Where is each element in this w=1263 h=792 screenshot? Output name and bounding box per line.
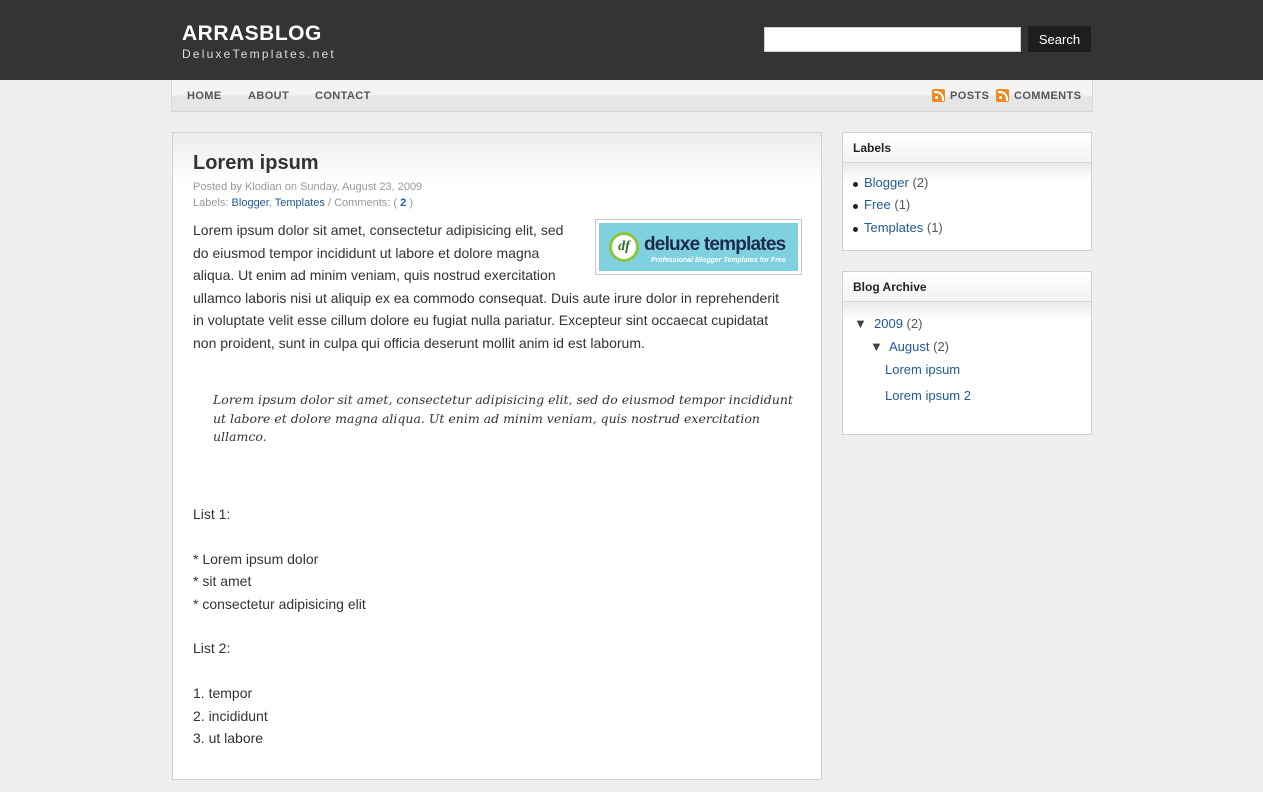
post-labels-line: Labels: Blogger, Templates / Comments: (… [193,197,413,209]
archive-month-link[interactable]: August [889,339,929,354]
post-label-link[interactable]: Blogger [232,197,269,209]
post-byline: Posted by Klodian on Sunday, August 23, … [193,181,422,193]
label-item: Free (1) [864,197,910,212]
blog-archive-widget: Blog Archive ▼ 2009 (2) ▼ August (2) Lor… [842,271,1092,435]
label-item: Blogger (2) [864,175,928,190]
post-paragraph: Lorem ipsum dolor sit amet, consectetur … [193,219,793,354]
search-input[interactable] [764,27,1021,52]
labels-widget: Labels Blogger (2) Free (1) Templates (1… [842,132,1092,251]
posted-by-label: Posted by [193,181,242,193]
paragraph-line: Lorem ipsum dolor sit amet, consectetur … [193,222,564,238]
label-count: (1) [926,220,943,235]
paragraph-line: aliqua. Ut enim ad minim veniam, quis no… [193,267,556,283]
archive-year-link[interactable]: 2009 [874,316,903,331]
archive-year: 2009 (2) [874,316,922,331]
list-item: 3. ut labore [193,730,264,746]
archive-month: August (2) [889,339,949,354]
label-item: Templates (1) [864,220,943,235]
quote-line: ullamco. [213,429,267,444]
label-link[interactable]: Blogger [864,175,909,190]
rss-icon [996,89,1009,102]
label-link[interactable]: Templates [864,220,923,235]
archive-post-link[interactable]: Lorem ipsum 2 [885,388,971,403]
paragraph-line: non proident, sunt in culpa qui officia … [193,334,645,351]
nav-contact[interactable]: CONTACT [315,90,371,102]
label-count: (1) [894,197,911,212]
post-title[interactable]: Lorem ipsum [193,152,319,175]
list-item: * sit amet [193,573,252,589]
post-card: Lorem ipsum Posted by Klodian on Sunday,… [172,132,822,780]
list2-title: List 2: [193,640,231,656]
paragraph-line: do eiusmod tempor incididunt ut labore e… [193,244,540,261]
comments-prefix: / Comments: ( [327,197,398,209]
nav-home[interactable]: HOME [187,90,222,102]
nav-about[interactable]: ABOUT [248,90,289,102]
paragraph-line: in voluptate velit esse cillum dolore eu… [193,312,769,328]
list1-title: List 1: [193,506,231,522]
archive-post-link[interactable]: Lorem ipsum [885,362,960,377]
collapse-toggle-icon[interactable]: ▼ [854,316,867,331]
widget-title: Labels [843,133,1091,163]
paragraph-line: ullamco laboris nisi ut aliquip ex ea co… [193,289,779,306]
bullet-icon [853,182,858,187]
site-description: DeluxeTemplates.net [182,47,336,61]
widget-title: Blog Archive [843,272,1091,302]
rss-icon [932,89,945,102]
search-button[interactable]: Search [1028,26,1091,52]
collapse-toggle-icon[interactable]: ▼ [870,339,883,354]
nav-posts-feed[interactable]: POSTS [950,90,989,102]
blockquote: Lorem ipsum dolor sit amet, consectetur … [213,391,793,447]
quote-line: ut labore et dolore magna aliqua. Ut eni… [213,410,760,426]
labels-prefix: Labels: [193,197,229,209]
site-title[interactable]: ARRASBLOG [182,22,322,46]
post-author: Klodian [244,181,282,193]
list-item: * Lorem ipsum dolor [193,551,319,567]
list-item: 1. tempor [193,685,253,701]
post-date: Sunday, August 23, 2009 [300,181,423,193]
bullet-icon [853,204,858,209]
date-prefix: on [284,181,297,193]
header-bar: ARRASBLOG DeluxeTemplates.net Search [0,0,1263,80]
label-link[interactable]: Free [864,197,891,212]
nav-comments-feed[interactable]: COMMENTS [1014,90,1081,102]
label-count: (2) [912,175,929,190]
post-label-link[interactable]: Templates [275,197,325,209]
comments-suffix: ) [409,197,413,209]
list-item: * consectetur adipisicing elit [193,596,366,612]
comments-count-link[interactable]: 2 [400,197,406,209]
main-nav: HOME ABOUT CONTACT POSTS COMMENTS [171,80,1093,112]
quote-line: Lorem ipsum dolor sit amet, consectetur … [213,392,793,407]
bullet-icon [853,227,858,232]
archive-year-count: (2) [906,316,923,331]
list-item: 2. incididunt [193,708,268,724]
archive-month-count: (2) [933,339,949,354]
